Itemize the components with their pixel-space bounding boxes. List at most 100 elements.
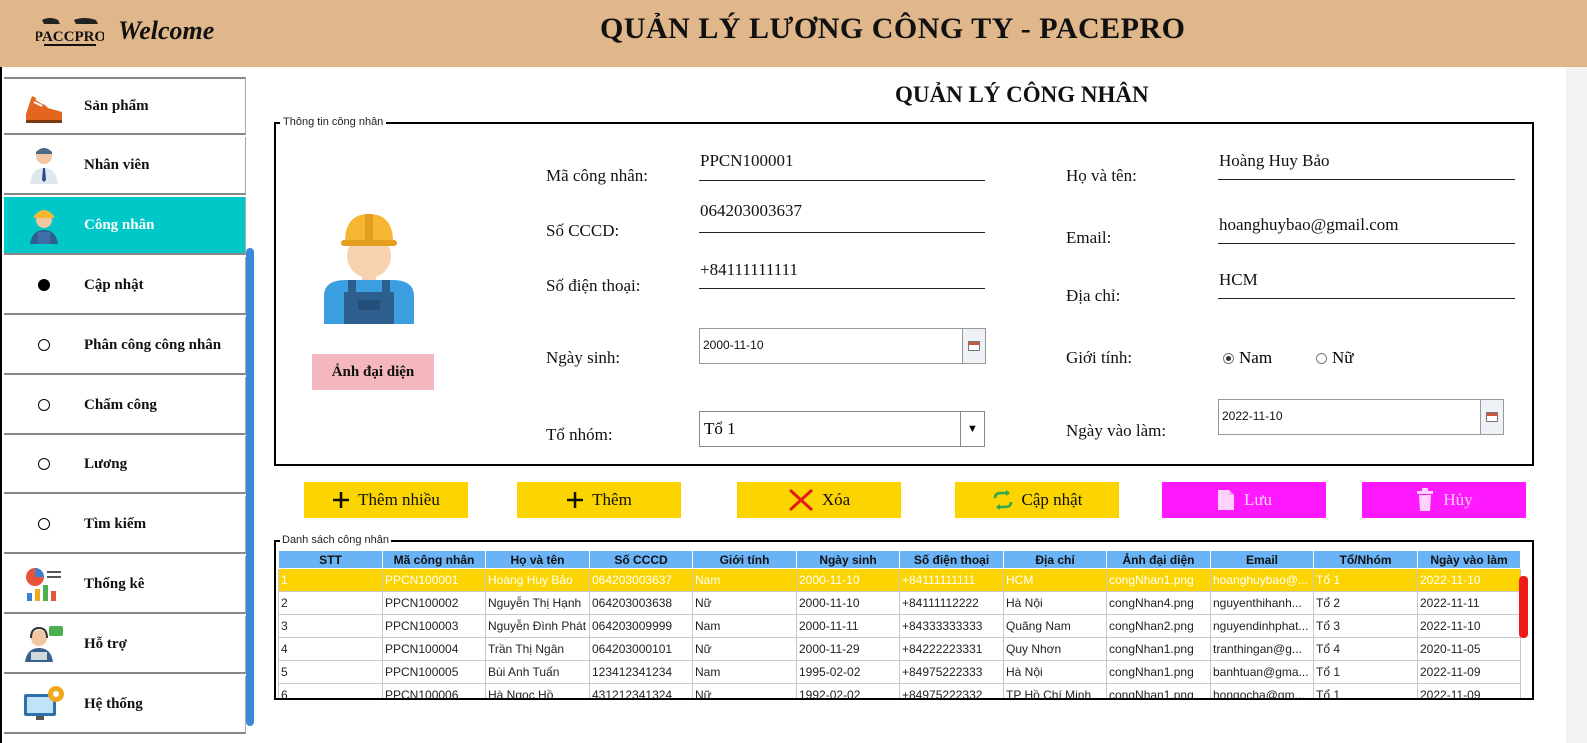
table-cell: Nữ xyxy=(692,683,797,698)
sidebar-item-cong-nhan[interactable]: Công nhân xyxy=(4,197,246,255)
table-cell: hongocha@gm... xyxy=(1210,683,1314,698)
sidebar-item-san-pham[interactable]: Sản phẩm xyxy=(4,77,246,135)
table-cell: tranthingan@g... xyxy=(1210,637,1314,661)
sidebar-item-he-thong[interactable]: Hệ thống xyxy=(4,676,246,734)
sidebar-subitem-cap-nhat[interactable]: Cập nhật xyxy=(4,257,246,315)
sidebar-subitem-luong[interactable]: Lương xyxy=(4,436,246,494)
cap-nhat-button[interactable]: Cập nhật xyxy=(955,482,1119,518)
ngay-vao-lam-calendar-button[interactable] xyxy=(1480,399,1504,435)
window-edge xyxy=(1566,67,1587,743)
column-header[interactable]: Ảnh đại diện xyxy=(1106,550,1211,569)
so-cccd-field[interactable]: 064203003637 xyxy=(700,201,802,221)
sidebar-item-nhan-vien[interactable]: Nhân viên xyxy=(4,137,246,195)
table-cell: +84222223331 xyxy=(899,637,1004,661)
sidebar-item-ho-tro[interactable]: Hỗ trợ xyxy=(4,616,246,674)
so-dien-thoai-field[interactable]: +84111111111 xyxy=(700,260,798,280)
sidebar-item-label: Lương xyxy=(84,455,128,472)
xoa-button[interactable]: Xóa xyxy=(737,482,901,518)
table-cell: 2000-11-10 xyxy=(796,568,900,592)
column-header[interactable]: STT xyxy=(278,550,383,569)
table-cell: Tổ 1 xyxy=(1313,660,1418,684)
table-row[interactable]: 2 PPCN100002 Nguyễn Thị Hạnh 064203003638 Nữ… xyxy=(278,591,1521,615)
sidebar-subitem-tim-kiem[interactable]: Tìm kiếm xyxy=(4,496,246,554)
table-cell: congNhan1.png xyxy=(1106,683,1211,698)
sidebar-scrollbar[interactable] xyxy=(246,248,254,726)
system-icon xyxy=(4,675,84,733)
table-cell: 2000-11-10 xyxy=(796,591,900,615)
table-row[interactable]: 1 PPCN100001 Hoàng Huy Bảo 064203003637 Nam 2… xyxy=(278,568,1521,592)
statistics-icon xyxy=(4,555,84,613)
column-header[interactable]: Ngày vào làm xyxy=(1417,550,1521,569)
table-cell: Quy Nhơn xyxy=(1003,637,1107,661)
radio-checked-icon xyxy=(1223,352,1234,364)
them-nhieu-button[interactable]: Thêm nhiều xyxy=(304,482,468,518)
support-icon xyxy=(4,615,84,673)
table-row[interactable]: 4 PPCN100004 Trần Thị Ngân 064203000101 Nữ 20… xyxy=(278,637,1521,661)
table-cell: Hà Nội xyxy=(1003,591,1107,615)
column-header[interactable]: Giới tính xyxy=(692,550,797,569)
luu-button[interactable]: Lưu xyxy=(1162,482,1326,518)
table-cell: banhtuan@gma... xyxy=(1210,660,1314,684)
plus-icon xyxy=(566,491,584,509)
ngay-vao-lam-field[interactable]: 2022-11-10 xyxy=(1218,399,1481,435)
delete-x-icon xyxy=(788,488,814,512)
column-header[interactable]: Số điện thoại xyxy=(899,550,1004,569)
table-cell: 064203003637 xyxy=(589,568,693,592)
so-cccd-label: Số CCCD: xyxy=(546,221,620,240)
logo-text: PACCPRO xyxy=(36,29,104,45)
sidebar-subitem-phan-cong[interactable]: Phân công công nhân xyxy=(4,317,246,375)
table-cell: PPCN100001 xyxy=(382,568,486,592)
table-cell: Nam xyxy=(692,660,797,684)
table-cell: 2000-11-11 xyxy=(796,614,900,638)
dia-chi-field[interactable]: HCM xyxy=(1219,270,1258,290)
email-field[interactable]: hoanghuybao@gmail.com xyxy=(1219,215,1398,235)
ngay-sinh-field[interactable]: 2000-11-10 xyxy=(699,328,963,364)
column-header[interactable]: Tổ/Nhóm xyxy=(1313,550,1418,569)
gioi-tinh-nam-radio[interactable]: Nam xyxy=(1223,348,1272,368)
ho-ten-field[interactable]: Hoàng Huy Bảo xyxy=(1219,151,1329,171)
column-header[interactable]: Email xyxy=(1210,550,1314,569)
table-cell: congNhan1.png xyxy=(1106,568,1211,592)
huy-button[interactable]: Hủy xyxy=(1362,482,1526,518)
column-header[interactable]: Ngày sinh xyxy=(796,550,900,569)
table-cell: TP Hồ Chí Minh xyxy=(1003,683,1107,698)
them-button[interactable]: Thêm xyxy=(517,482,681,518)
table-cell: PPCN100004 xyxy=(382,637,486,661)
table-cell: congNhan1.png xyxy=(1106,660,1211,684)
table-cell: +84111112222 xyxy=(899,591,1004,615)
worker-icon xyxy=(4,196,84,254)
avatar-button[interactable]: Ảnh đại diện xyxy=(312,354,434,390)
to-nhom-select[interactable]: Tổ 1 ▼ xyxy=(699,411,985,447)
sidebar-subitem-cham-cong[interactable]: Chấm công xyxy=(4,377,246,435)
gioi-tinh-nu-radio[interactable]: Nữ xyxy=(1316,348,1354,368)
app-header: PACCPRO Welcome QUẢN LÝ LƯƠNG CÔNG TY - … xyxy=(0,0,1587,67)
table-cell: 2 xyxy=(278,591,383,615)
table-cell: hoanghuybao@... xyxy=(1210,568,1314,592)
sidebar-item-thong-ke[interactable]: Thống kê xyxy=(4,556,246,614)
table-cell: nguyenthihanh... xyxy=(1210,591,1314,615)
table-cell: congNhan4.png xyxy=(1106,591,1211,615)
xoa-label: Xóa xyxy=(821,490,851,509)
table-cell: +84333333333 xyxy=(899,614,1004,638)
table-row[interactable]: 6 PPCN100006 Hà Ngọc Hồ 431212341324 Nữ 1992-… xyxy=(278,683,1521,698)
table-scrollbar[interactable] xyxy=(1519,576,1528,638)
table-cell: 123412341234 xyxy=(589,660,693,684)
ngay-sinh-calendar-button[interactable] xyxy=(962,328,986,364)
column-header[interactable]: Mã công nhân xyxy=(382,550,486,569)
sidebar-item-label: Nhân viên xyxy=(84,156,150,173)
table-row[interactable]: 5 PPCN100005 Bùi Anh Tuấn 123412341234 Nam 19… xyxy=(278,660,1521,684)
table-cell: 2022-11-09 xyxy=(1417,660,1521,684)
ngay-sinh-label: Ngày sinh: xyxy=(546,348,621,367)
column-header[interactable]: Số CCCD xyxy=(589,550,693,569)
shoe-icon xyxy=(4,77,84,135)
ma-cong-nhan-field[interactable]: PPCN100001 xyxy=(700,151,794,171)
app-title: QUẢN LÝ LƯƠNG CÔNG TY - PACEPRO xyxy=(600,12,1186,45)
selected-dot-icon xyxy=(38,279,50,291)
table-cell: Nữ xyxy=(692,591,797,615)
chevron-down-icon[interactable]: ▼ xyxy=(960,412,984,446)
table-cell: 1 xyxy=(278,568,383,592)
column-header[interactable]: Họ và tên xyxy=(485,550,590,569)
table-row[interactable]: 3 PPCN100003 Nguyễn Đình Phát 064203009999 N… xyxy=(278,614,1521,638)
column-header[interactable]: Địa chỉ xyxy=(1003,550,1107,569)
ma-cong-nhan-underline xyxy=(699,180,985,181)
